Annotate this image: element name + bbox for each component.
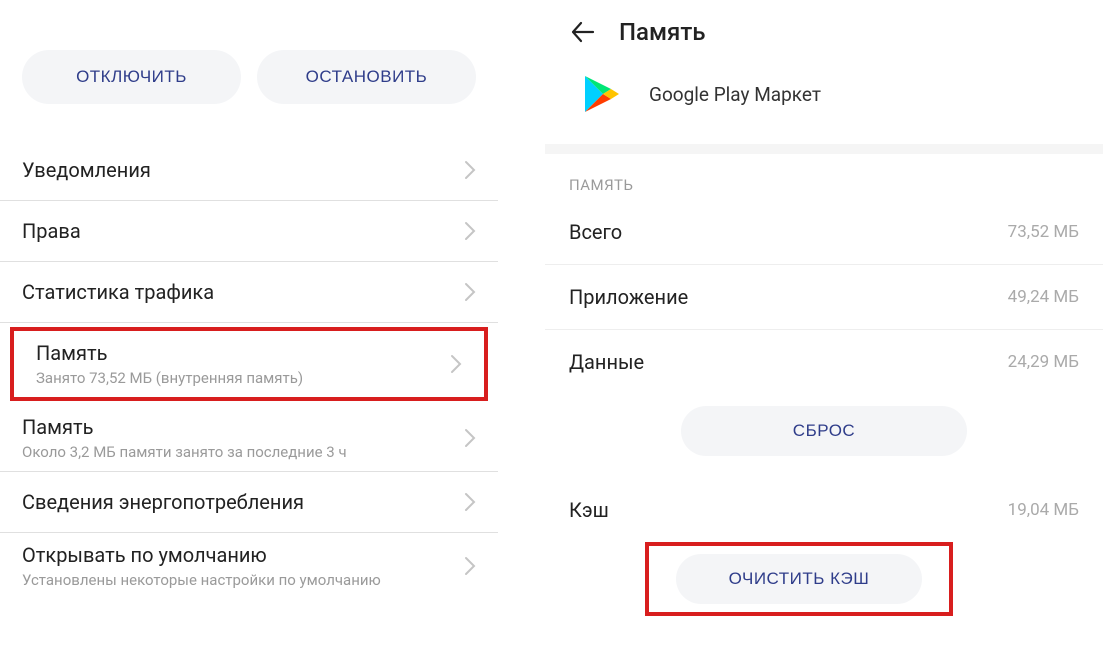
chevron-right-icon (450, 354, 462, 374)
row-sublabel: Занято 73,52 МБ (внутренняя память) (36, 369, 303, 387)
stat-total: Всего 73,52 МБ (545, 200, 1103, 265)
row-label: Уведомления (22, 158, 151, 182)
row-label: Память (36, 341, 107, 365)
memory-detail-panel: Память Google Play Маркет ПАМЯТЬ Всего 7… (545, 0, 1103, 666)
row-energy[interactable]: Сведения энергопотребления (0, 472, 498, 533)
google-play-icon (581, 74, 621, 114)
stat-label: Кэш (569, 498, 609, 522)
page-title: Память (619, 18, 705, 46)
chevron-right-icon (464, 221, 476, 241)
row-label: Статистика трафика (22, 280, 214, 304)
stat-value: 73,52 МБ (1008, 222, 1079, 242)
app-row: Google Play Маркет (545, 56, 1103, 144)
stat-value: 24,29 МБ (1008, 352, 1079, 372)
row-label: Память (22, 415, 93, 439)
highlight-clear-cache: ОЧИСТИТЬ КЭШ (645, 542, 953, 616)
row-label: Права (22, 219, 81, 243)
chevron-right-icon (464, 556, 476, 576)
action-buttons: ОТКЛЮЧИТЬ ОСТАНОВИТЬ (0, 50, 498, 140)
stat-value: 19,04 МБ (1008, 500, 1079, 520)
stat-data: Данные 24,29 МБ (545, 330, 1103, 394)
row-permissions[interactable]: Права (0, 201, 498, 262)
reset-row: СБРОС (545, 394, 1103, 478)
highlight-memory-row: Память Занято 73,52 МБ (внутренняя памят… (10, 327, 488, 401)
row-traffic[interactable]: Статистика трафика (0, 262, 498, 323)
stat-label: Приложение (569, 285, 688, 309)
row-sublabel: Установлены некоторые настройки по умолч… (22, 571, 381, 589)
stat-label: Всего (569, 220, 622, 244)
row-memory-usage[interactable]: Память Около 3,2 МБ памяти занято за пос… (0, 405, 498, 472)
row-notifications[interactable]: Уведомления (0, 140, 498, 201)
row-label: Сведения энергопотребления (22, 490, 304, 514)
disable-button[interactable]: ОТКЛЮЧИТЬ (22, 50, 241, 104)
panel-header: Память (545, 0, 1103, 56)
stat-app: Приложение 49,24 МБ (545, 265, 1103, 330)
row-sublabel: Около 3,2 МБ памяти занято за последние … (22, 443, 347, 461)
section-divider (545, 144, 1103, 154)
chevron-right-icon (464, 428, 476, 448)
back-arrow-icon[interactable] (569, 19, 595, 45)
clear-cache-button[interactable]: ОЧИСТИТЬ КЭШ (676, 554, 922, 604)
app-info-panel: ОТКЛЮЧИТЬ ОСТАНОВИТЬ Уведомления Права С… (0, 0, 498, 666)
row-memory[interactable]: Память Занято 73,52 МБ (внутренняя памят… (14, 331, 484, 397)
app-name: Google Play Маркет (649, 83, 821, 106)
chevron-right-icon (464, 492, 476, 512)
stat-value: 49,24 МБ (1008, 287, 1079, 307)
row-label: Открывать по умолчанию (22, 543, 267, 567)
chevron-right-icon (464, 160, 476, 180)
row-open-default[interactable]: Открывать по умолчанию Установлены некот… (0, 533, 498, 599)
stop-button[interactable]: ОСТАНОВИТЬ (257, 50, 476, 104)
section-label: ПАМЯТЬ (545, 154, 1103, 200)
stat-cache: Кэш 19,04 МБ (545, 478, 1103, 542)
reset-button[interactable]: СБРОС (681, 406, 967, 456)
stat-label: Данные (569, 350, 644, 374)
chevron-right-icon (464, 282, 476, 302)
